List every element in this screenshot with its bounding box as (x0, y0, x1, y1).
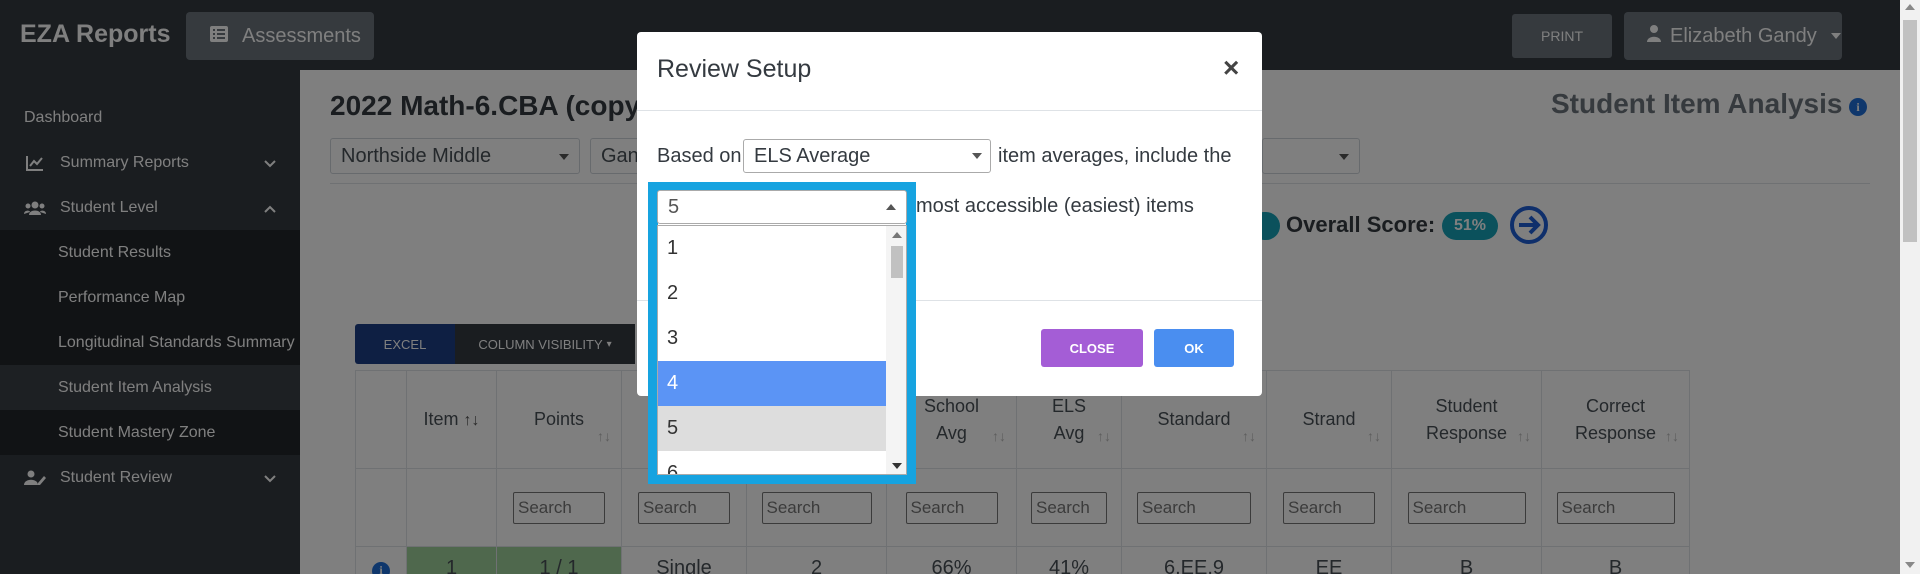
option-2[interactable]: 2 (658, 271, 886, 316)
average-type-select[interactable]: ELS Average (743, 139, 991, 173)
option-3[interactable]: 3 (658, 316, 886, 361)
item-count-select[interactable]: 5 (657, 190, 907, 224)
most-accessible-text: most accessible (easiest) items (916, 195, 1194, 217)
option-1[interactable]: 1 (658, 226, 886, 271)
option-6[interactable]: 6 (658, 451, 886, 474)
modal-title: Review Setup (657, 55, 812, 83)
item-count-options-list[interactable]: 1 2 3 4 5 6 (657, 225, 907, 475)
scroll-up-arrow-icon[interactable] (1905, 4, 1915, 10)
caret-up-icon (886, 204, 896, 210)
options-scrollbar-thumb[interactable] (891, 246, 903, 278)
close-icon[interactable]: × (1223, 52, 1239, 84)
item-count-value: 5 (668, 195, 680, 218)
scroll-up-arrow-icon[interactable] (892, 232, 902, 238)
average-type-value: ELS Average (754, 144, 871, 167)
ok-button[interactable]: OK (1154, 329, 1234, 367)
scroll-down-arrow-icon[interactable] (892, 463, 902, 469)
scroll-down-arrow-icon[interactable] (1905, 562, 1915, 568)
page-scrollbar-thumb[interactable] (1903, 20, 1917, 242)
option-4[interactable]: 4 (658, 361, 886, 406)
close-button[interactable]: CLOSE (1041, 329, 1143, 367)
option-5[interactable]: 5 (658, 406, 886, 451)
based-on-text: Based on (657, 145, 742, 167)
include-text: item averages, include the (998, 145, 1232, 167)
modal-header-divider (637, 110, 1262, 111)
caret-down-icon (972, 153, 982, 159)
